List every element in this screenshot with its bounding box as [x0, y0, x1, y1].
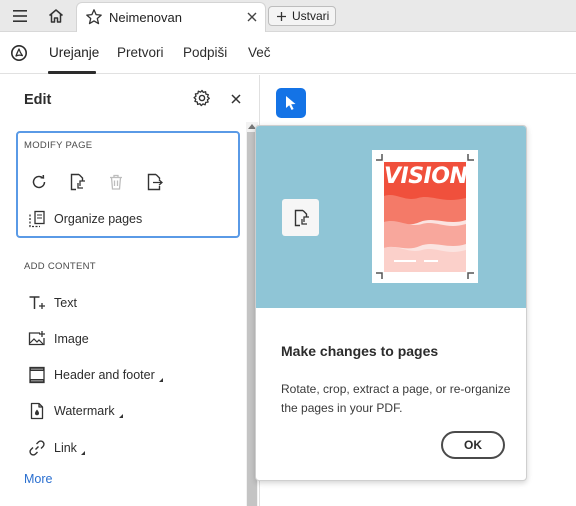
add-image-icon [28, 331, 45, 346]
active-tab-indicator [48, 71, 96, 74]
modify-page-section: MODIFY PAGE Organize pages [16, 131, 240, 238]
extract-page-icon[interactable] [143, 171, 165, 193]
tab-title: Neimenovan [109, 10, 182, 25]
create-button[interactable]: Ustvari [268, 6, 336, 26]
tab-podpisi[interactable]: Podpiši [183, 45, 227, 60]
create-button-label: Ustvari [292, 9, 330, 23]
coachmark-popover: VISION Make changes to pages Rotate, cro… [255, 125, 527, 481]
panel-title: Edit [24, 92, 52, 108]
ok-button[interactable]: OK [441, 431, 505, 459]
link-icon [29, 440, 45, 456]
modify-page-heading: MODIFY PAGE [24, 140, 93, 151]
menu-bar: Urejanje Pretvori Podpiši Več [0, 32, 576, 74]
add-text-label: Text [54, 296, 77, 310]
submenu-indicator-icon [118, 414, 123, 418]
header-footer-button[interactable]: Header and footer [28, 364, 163, 386]
submenu-indicator-icon [80, 451, 85, 455]
more-link[interactable]: More [24, 472, 52, 486]
popover-banner: VISION [256, 126, 526, 308]
tab-urejanje[interactable]: Urejanje [49, 45, 99, 60]
add-content-heading: ADD CONTENT [24, 261, 96, 272]
header-footer-icon [29, 366, 45, 384]
tab-bar: Neimenovan Ustvari [0, 0, 576, 32]
tab-pretvori[interactable]: Pretvori [117, 45, 164, 60]
watermark-button[interactable]: Watermark [28, 400, 123, 422]
close-icon[interactable] [230, 92, 242, 110]
popover-title: Make changes to pages [281, 343, 439, 359]
crop-page-icon[interactable] [66, 171, 88, 193]
add-image-button[interactable]: Image [28, 328, 89, 350]
close-icon[interactable] [245, 10, 259, 29]
watermark-label: Watermark [54, 404, 115, 418]
home-icon[interactable] [44, 5, 68, 27]
popover-body: Rotate, crop, extract a page, or re-orga… [281, 382, 511, 415]
star-icon[interactable] [85, 8, 103, 31]
poster-image: VISION [384, 162, 466, 272]
poster-word: VISION [384, 164, 466, 189]
gear-icon[interactable] [193, 89, 211, 112]
page-illustration: VISION [372, 150, 478, 283]
edit-panel: Edit MODIFY PAGE Organize pages ADD CONT… [0, 75, 246, 506]
organize-pages-icon [29, 210, 45, 228]
link-label: Link [54, 441, 77, 455]
header-footer-label: Header and footer [54, 368, 155, 382]
watermark-icon [30, 402, 44, 420]
organize-pages-button[interactable]: Organize pages [28, 208, 142, 230]
crop-page-icon [282, 199, 319, 236]
acrobat-logo-icon[interactable] [10, 44, 28, 67]
plus-icon [277, 11, 286, 21]
delete-page-icon[interactable] [105, 171, 127, 193]
submenu-indicator-icon [158, 378, 163, 382]
add-text-icon [29, 296, 45, 309]
select-tool-button[interactable] [276, 88, 306, 118]
add-image-label: Image [54, 332, 89, 346]
add-text-button[interactable]: Text [28, 292, 77, 314]
hamburger-menu-icon[interactable] [8, 5, 32, 27]
app-window: Neimenovan Ustvari Urejanje Pretvori Pod… [0, 0, 576, 506]
organize-pages-label: Organize pages [54, 212, 143, 226]
rotate-icon[interactable] [28, 171, 50, 193]
tab-vec[interactable]: Več [248, 45, 271, 60]
link-button[interactable]: Link [28, 437, 85, 459]
cursor-arrow-icon [286, 96, 296, 110]
tab-document[interactable]: Neimenovan [76, 2, 266, 32]
